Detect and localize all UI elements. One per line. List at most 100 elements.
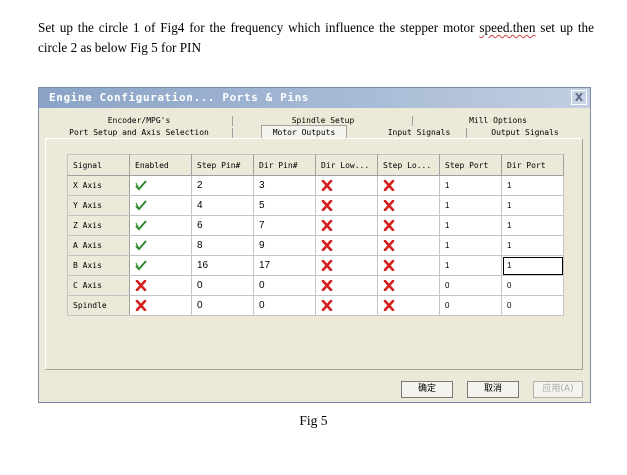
table-header-row: Signal Enabled Step Pin# Dir Pin# Dir Lo… bbox=[67, 154, 564, 176]
x-icon bbox=[321, 280, 333, 291]
tab-label: Output Signals bbox=[491, 128, 559, 137]
step-port-cell[interactable]: 1 bbox=[439, 235, 502, 256]
dir-low-cell[interactable] bbox=[315, 215, 378, 236]
table-row: B Axis 16 17 1 1 bbox=[67, 255, 564, 276]
step-low-cell[interactable] bbox=[377, 175, 440, 196]
enabled-cell[interactable] bbox=[129, 215, 192, 236]
step-pin-cell[interactable]: 4 bbox=[191, 195, 254, 216]
step-pin-cell[interactable]: 2 bbox=[191, 175, 254, 196]
intro-squiggled-word: speed.then bbox=[479, 20, 536, 35]
signal-label[interactable]: Y Axis bbox=[67, 195, 130, 216]
dir-pin-cell[interactable]: 0 bbox=[253, 295, 316, 316]
motor-outputs-table: Signal Enabled Step Pin# Dir Pin# Dir Lo… bbox=[67, 154, 564, 316]
enabled-cell[interactable] bbox=[129, 295, 192, 316]
tab-motor-outputs[interactable]: Motor Outputs bbox=[261, 125, 347, 139]
dir-low-cell[interactable] bbox=[315, 175, 378, 196]
check-icon bbox=[135, 180, 147, 191]
step-low-cell[interactable] bbox=[377, 295, 440, 316]
column-header[interactable]: Enabled bbox=[129, 154, 192, 176]
dir-low-cell[interactable] bbox=[315, 195, 378, 216]
signal-label[interactable]: B Axis bbox=[67, 255, 130, 276]
dir-low-cell[interactable] bbox=[315, 235, 378, 256]
column-header[interactable]: Step Pin# bbox=[191, 154, 254, 176]
check-icon bbox=[135, 220, 147, 231]
dir-pin-cell[interactable]: 7 bbox=[253, 215, 316, 236]
enabled-cell[interactable] bbox=[129, 235, 192, 256]
x-icon bbox=[383, 300, 395, 311]
dir-pin-cell[interactable]: 0 bbox=[253, 275, 316, 296]
column-header[interactable]: Step Port bbox=[439, 154, 502, 176]
table-row: X Axis 2 3 1 1 bbox=[67, 175, 564, 196]
dir-low-cell[interactable] bbox=[315, 295, 378, 316]
column-header[interactable]: Dir Low... bbox=[315, 154, 378, 176]
x-icon bbox=[383, 260, 395, 271]
x-icon bbox=[321, 260, 333, 271]
dir-port-cell[interactable]: 1 bbox=[501, 195, 564, 216]
x-icon bbox=[383, 240, 395, 251]
tab-label: Spindle Setup bbox=[291, 116, 355, 125]
signal-label[interactable]: A Axis bbox=[67, 235, 130, 256]
enabled-cell[interactable] bbox=[129, 175, 192, 196]
figure-caption: Fig 5 bbox=[299, 413, 328, 428]
dir-pin-cell[interactable]: 17 bbox=[253, 255, 316, 276]
step-low-cell[interactable] bbox=[377, 195, 440, 216]
dir-port-cell[interactable]: 1 bbox=[501, 215, 564, 236]
step-port-cell[interactable]: 1 bbox=[439, 255, 502, 276]
dir-port-cell[interactable]: 0 bbox=[501, 295, 564, 316]
signal-label[interactable]: X Axis bbox=[67, 175, 130, 196]
dir-port-cell[interactable]: 1 bbox=[501, 175, 564, 196]
column-header[interactable]: Dir Port bbox=[501, 154, 564, 176]
step-low-cell[interactable] bbox=[377, 215, 440, 236]
step-port-cell[interactable]: 0 bbox=[439, 275, 502, 296]
step-pin-cell[interactable]: 16 bbox=[191, 255, 254, 276]
step-pin-cell[interactable]: 0 bbox=[191, 275, 254, 296]
close-button[interactable]: X bbox=[571, 90, 587, 105]
check-icon bbox=[135, 240, 147, 251]
column-header[interactable]: Step Lo... bbox=[377, 154, 440, 176]
dir-low-cell[interactable] bbox=[315, 275, 378, 296]
x-icon bbox=[321, 300, 333, 311]
step-pin-cell[interactable]: 0 bbox=[191, 295, 254, 316]
apply-button[interactable]: 应用(A) bbox=[533, 381, 583, 398]
table-row: Spindle 0 0 0 0 bbox=[67, 295, 564, 316]
intro-text-1: Set up the circle 1 of Fig4 for the freq… bbox=[38, 20, 480, 35]
x-icon bbox=[383, 180, 395, 191]
dir-port-cell[interactable]: 1 bbox=[501, 255, 564, 276]
step-low-cell[interactable] bbox=[377, 255, 440, 276]
enabled-cell[interactable] bbox=[129, 195, 192, 216]
dir-port-cell[interactable]: 0 bbox=[501, 275, 564, 296]
cancel-button[interactable]: 取消 bbox=[467, 381, 519, 398]
step-port-cell[interactable]: 1 bbox=[439, 195, 502, 216]
column-header[interactable]: Dir Pin# bbox=[253, 154, 316, 176]
dir-pin-cell[interactable]: 9 bbox=[253, 235, 316, 256]
check-icon bbox=[135, 260, 147, 271]
step-port-cell[interactable]: 0 bbox=[439, 295, 502, 316]
signal-label[interactable]: C Axis bbox=[67, 275, 130, 296]
dir-pin-cell[interactable]: 5 bbox=[253, 195, 316, 216]
signal-label[interactable]: Z Axis bbox=[67, 215, 130, 236]
tab-label: Encoder/MPG's bbox=[107, 116, 171, 125]
step-port-cell[interactable]: 1 bbox=[439, 215, 502, 236]
column-header[interactable]: Signal bbox=[67, 154, 130, 176]
step-low-cell[interactable] bbox=[377, 275, 440, 296]
step-pin-cell[interactable]: 8 bbox=[191, 235, 254, 256]
table-row: Z Axis 6 7 1 1 bbox=[67, 215, 564, 236]
intro-paragraph: Set up the circle 1 of Fig4 for the freq… bbox=[38, 18, 594, 58]
dir-port-cell[interactable]: 1 bbox=[501, 235, 564, 256]
table-row: C Axis 0 0 0 0 bbox=[67, 275, 564, 296]
step-port-cell[interactable]: 1 bbox=[439, 175, 502, 196]
dir-pin-cell[interactable]: 3 bbox=[253, 175, 316, 196]
x-icon bbox=[321, 180, 333, 191]
dir-low-cell[interactable] bbox=[315, 255, 378, 276]
step-pin-cell[interactable]: 6 bbox=[191, 215, 254, 236]
step-low-cell[interactable] bbox=[377, 235, 440, 256]
tab-label: Port Setup and Axis Selection bbox=[69, 128, 209, 137]
enabled-cell[interactable] bbox=[129, 255, 192, 276]
signal-label[interactable]: Spindle bbox=[67, 295, 130, 316]
x-icon bbox=[135, 300, 147, 311]
dialog-titlebar: Engine Configuration... Ports & Pins X bbox=[39, 88, 590, 108]
enabled-cell[interactable] bbox=[129, 275, 192, 296]
engine-config-dialog: Engine Configuration... Ports & Pins X E… bbox=[38, 87, 591, 403]
x-icon bbox=[383, 280, 395, 291]
ok-button[interactable]: 确定 bbox=[401, 381, 453, 398]
